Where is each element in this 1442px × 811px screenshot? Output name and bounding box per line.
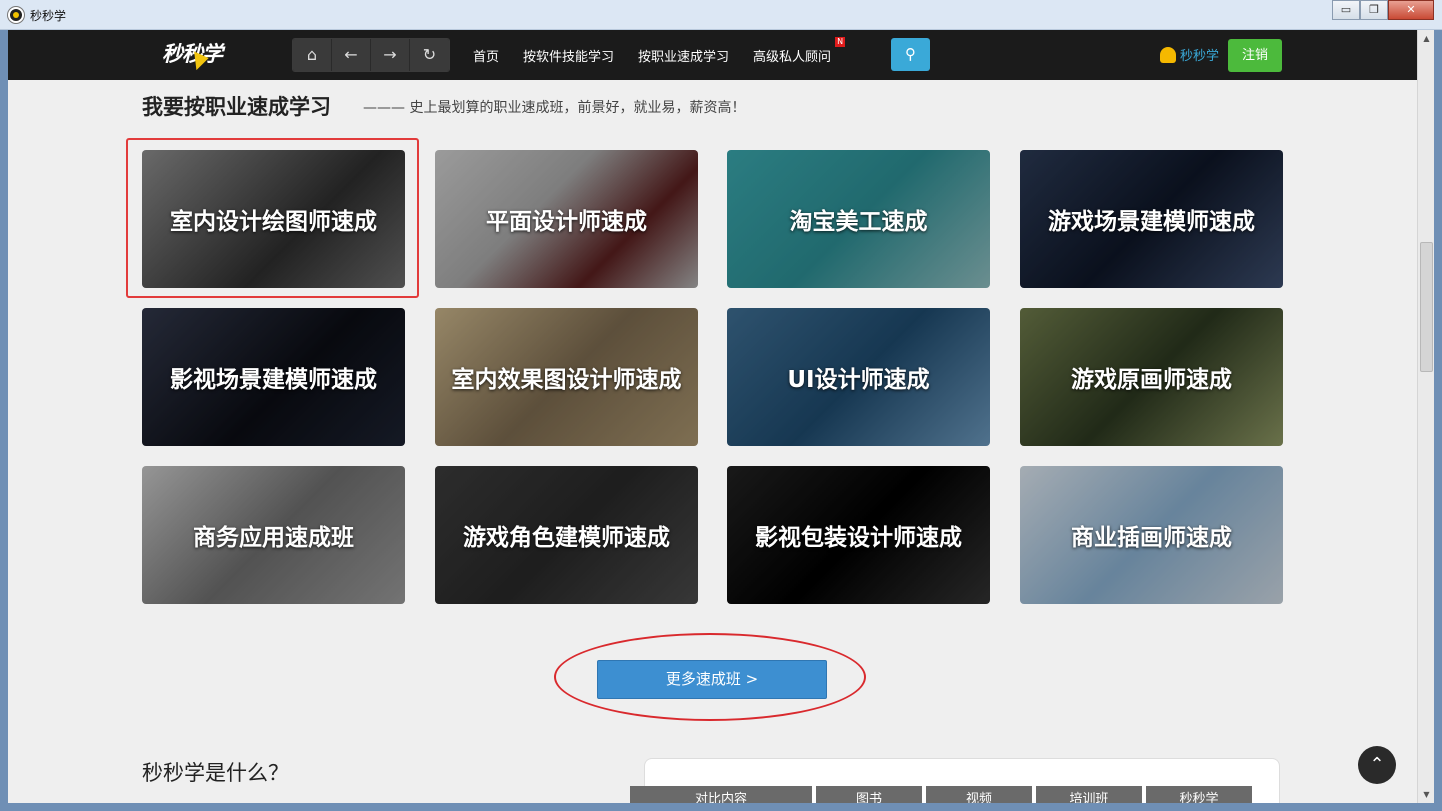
back-arrow-icon[interactable]: ← bbox=[332, 39, 371, 71]
course-card-interior-drafting[interactable]: 室内设计绘图师速成 bbox=[142, 150, 405, 288]
more-courses-button[interactable]: 更多速成班 > bbox=[597, 660, 827, 699]
course-card-business-apps[interactable]: 商务应用速成班 bbox=[142, 466, 405, 604]
minimize-button[interactable]: ▭ bbox=[1332, 0, 1360, 20]
vertical-scrollbar[interactable]: ▲ ▼ bbox=[1417, 30, 1434, 803]
window-frame-right bbox=[1434, 30, 1442, 803]
nav-link-home[interactable]: 首页 bbox=[473, 46, 499, 65]
window-frame-bottom bbox=[0, 803, 1442, 811]
course-card-game-scene[interactable]: 游戏场景建模师速成 bbox=[1020, 150, 1283, 288]
course-label: 室内设计绘图师速成 bbox=[170, 209, 377, 235]
course-grid: 室内设计绘图师速成 平面设计师速成 淘宝美工速成 游戏场景建模师速成 影视场景建… bbox=[142, 150, 1283, 604]
course-label: 平面设计师速成 bbox=[486, 209, 647, 235]
top-nav: 秒秒学 ⌂ ← → ↻ 首页 按软件技能学习 按职业速成学习 高级私人顾问 N … bbox=[8, 30, 1417, 80]
crown-icon bbox=[1160, 46, 1176, 63]
scroll-down-arrow-icon[interactable]: ▼ bbox=[1418, 786, 1435, 803]
search-button[interactable]: ⚲ bbox=[891, 38, 930, 71]
compare-tab-video[interactable]: 视频 bbox=[926, 786, 1032, 803]
course-card-film-scene[interactable]: 影视场景建模师速成 bbox=[142, 308, 405, 446]
compare-tabs: 对比内容 图书 视频 培训班 秒秒学 bbox=[630, 786, 1256, 803]
scroll-up-arrow-icon[interactable]: ▲ bbox=[1418, 30, 1435, 47]
course-label: 游戏场景建模师速成 bbox=[1048, 209, 1255, 235]
compare-tab-books[interactable]: 图书 bbox=[816, 786, 922, 803]
course-card-interior-render[interactable]: 室内效果图设计师速成 bbox=[435, 308, 698, 446]
close-button[interactable]: ✕ bbox=[1388, 0, 1434, 20]
compare-tab-training[interactable]: 培训班 bbox=[1036, 786, 1142, 803]
course-label: 影视场景建模师速成 bbox=[170, 367, 377, 393]
nav-link-software[interactable]: 按软件技能学习 bbox=[523, 46, 614, 65]
window-controls: ▭ ❐ ✕ bbox=[1332, 0, 1434, 20]
app-icon bbox=[8, 7, 24, 23]
compare-tab-content[interactable]: 对比内容 bbox=[630, 786, 812, 803]
compare-tab-miaomiaoxue[interactable]: 秒秒学 bbox=[1146, 786, 1252, 803]
forward-arrow-icon[interactable]: → bbox=[371, 39, 410, 71]
course-card-game-concept[interactable]: 游戏原画师速成 bbox=[1020, 308, 1283, 446]
course-label: 影视包装设计师速成 bbox=[755, 525, 962, 551]
course-card-film-packaging[interactable]: 影视包装设计师速成 bbox=[727, 466, 990, 604]
search-icon: ⚲ bbox=[905, 45, 916, 63]
course-card-ui-design[interactable]: UI设计师速成 bbox=[727, 308, 990, 446]
nav-link-consultant[interactable]: 高级私人顾问 N bbox=[753, 36, 846, 65]
user-profile[interactable]: 秒秒学 bbox=[1160, 45, 1219, 64]
nav-links: 首页 按软件技能学习 按职业速成学习 高级私人顾问 N bbox=[473, 30, 855, 80]
new-badge: N bbox=[835, 36, 846, 47]
course-label: 淘宝美工速成 bbox=[789, 209, 928, 235]
course-card-illustration[interactable]: 商业插画师速成 bbox=[1020, 466, 1283, 604]
section-subtitle: ——— 史上最划算的职业速成班，前景好，就业易，薪资高！ bbox=[363, 100, 746, 116]
course-card-game-character[interactable]: 游戏角色建模师速成 bbox=[435, 466, 698, 604]
page-viewport: 秒秒学 ⌂ ← → ↻ 首页 按软件技能学习 按职业速成学习 高级私人顾问 N … bbox=[8, 30, 1417, 803]
nav-link-career[interactable]: 按职业速成学习 bbox=[638, 46, 729, 65]
course-label: 商务应用速成班 bbox=[193, 525, 354, 551]
maximize-button[interactable]: ❐ bbox=[1360, 0, 1388, 20]
window-title: 秒秒学 bbox=[30, 9, 67, 23]
course-label: 游戏原画师速成 bbox=[1071, 367, 1232, 393]
course-card-graphic-design[interactable]: 平面设计师速成 bbox=[435, 150, 698, 288]
browser-nav-buttons: ⌂ ← → ↻ bbox=[292, 38, 450, 72]
course-label: 商业插画师速成 bbox=[1071, 525, 1232, 551]
scrollbar-thumb[interactable] bbox=[1420, 242, 1433, 372]
logout-button[interactable]: 注销 bbox=[1228, 39, 1282, 72]
course-label: 室内效果图设计师速成 bbox=[451, 367, 682, 393]
back-to-top-button[interactable]: ⌃ bbox=[1358, 746, 1396, 784]
what-is-title: 秒秒学是什么？ bbox=[142, 761, 289, 785]
section-title: 我要按职业速成学习 bbox=[142, 95, 331, 119]
chevron-up-icon: ⌃ bbox=[1369, 754, 1385, 775]
user-name: 秒秒学 bbox=[1180, 49, 1220, 64]
course-label: UI设计师速成 bbox=[787, 367, 930, 393]
course-card-taobao-art[interactable]: 淘宝美工速成 bbox=[727, 150, 990, 288]
home-icon[interactable]: ⌂ bbox=[293, 39, 332, 71]
course-label: 游戏角色建模师速成 bbox=[463, 525, 670, 551]
window-titlebar: 秒秒学 ▭ ❐ ✕ bbox=[0, 0, 1442, 30]
refresh-icon[interactable]: ↻ bbox=[410, 39, 449, 71]
nav-link-consultant-label: 高级私人顾问 bbox=[753, 49, 832, 65]
